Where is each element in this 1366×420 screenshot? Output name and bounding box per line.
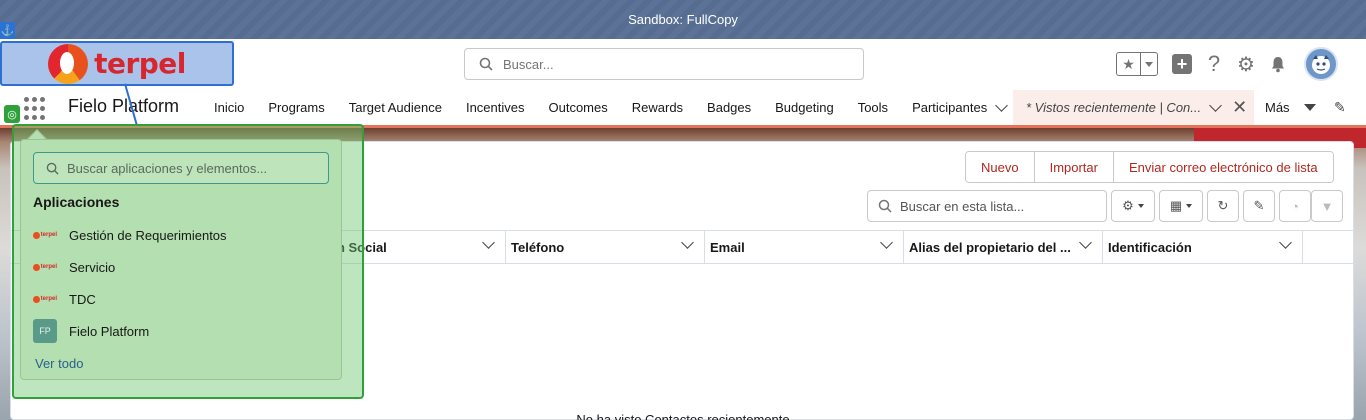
apps-section-title: Aplicaciones — [33, 194, 120, 210]
tab-recently-viewed[interactable]: * Vistos recientemente | Con... ✕ — [1013, 90, 1254, 125]
sandbox-banner: Sandbox: FullCopy — [0, 0, 1366, 39]
column-header-owner-alias[interactable]: Alias del propietario del ... — [903, 230, 1102, 264]
column-divider — [1302, 230, 1303, 264]
app-launcher-popover: Buscar aplicaciones y elementos... Aplic… — [20, 139, 342, 380]
edit-list-button[interactable]: ✎ — [1243, 190, 1275, 222]
global-search-input[interactable]: Buscar... — [464, 48, 864, 80]
fp-app-icon: FP — [33, 319, 57, 343]
caret-down-icon — [1303, 104, 1316, 111]
target-marker-icon: ◎ — [4, 105, 20, 123]
app-launcher-search-input[interactable]: Buscar aplicaciones y elementos... — [33, 152, 329, 184]
nav-item-incentives[interactable]: Incentives — [454, 100, 537, 115]
terpel-logo-icon: terpel — [33, 293, 57, 305]
search-icon — [46, 162, 59, 175]
filter-icon: ▼ — [1320, 198, 1334, 214]
nav-item-outcomes[interactable]: Outcomes — [537, 100, 620, 115]
chevron-down-icon[interactable] — [1279, 236, 1292, 249]
app-item-fielo-platform[interactable]: FP Fielo Platform — [33, 319, 149, 343]
column-divider — [704, 230, 705, 264]
setup-gear-icon[interactable]: ⚙ — [1236, 54, 1256, 76]
nav-item-budgeting[interactable]: Budgeting — [763, 100, 846, 115]
tab-recently-viewed-label: * Vistos recientemente | Con... — [1026, 100, 1202, 115]
nav-item-programs[interactable]: Programs — [256, 100, 336, 115]
chevron-down-icon[interactable] — [1209, 99, 1222, 112]
chevron-down-icon[interactable] — [482, 236, 495, 249]
chevron-down-icon[interactable] — [1079, 236, 1092, 249]
view-all-link[interactable]: Ver todo — [35, 356, 83, 371]
nav-item-participantes[interactable]: Participantes — [900, 99, 1018, 115]
anchor-icon: ⚓ — [0, 22, 15, 39]
app-name: Fielo Platform — [68, 96, 180, 116]
empty-state-message: No ha visto Contactos recientemente — [576, 412, 790, 420]
add-icon[interactable]: + — [1172, 54, 1192, 74]
column-divider — [1102, 230, 1103, 264]
terpel-logo-icon: terpel — [33, 229, 57, 241]
company-logo[interactable]: terpel — [0, 41, 234, 86]
import-button[interactable]: Importar — [1034, 152, 1114, 182]
display-as-button[interactable]: ▦ — [1159, 190, 1203, 222]
nav-item-rewards[interactable]: Rewards — [620, 100, 695, 115]
avatar[interactable] — [1304, 47, 1338, 81]
column-divider — [903, 230, 904, 264]
column-header-telefono[interactable]: Teléfono — [505, 230, 704, 264]
send-list-email-button[interactable]: Enviar correo electrónico de lista — [1113, 152, 1333, 182]
column-header-email[interactable]: Email — [704, 230, 903, 264]
refresh-icon: ↻ — [1217, 198, 1229, 213]
favorites-button[interactable]: ★ — [1116, 52, 1158, 76]
list-actions: Nuevo Importar Enviar correo electrónico… — [965, 151, 1334, 183]
search-icon — [479, 57, 493, 71]
new-button[interactable]: Nuevo — [966, 152, 1035, 182]
list-settings-button[interactable]: ⚙ — [1111, 190, 1155, 222]
chevron-down-icon[interactable] — [880, 236, 893, 249]
close-icon[interactable]: ✕ — [1232, 97, 1247, 118]
caret-down-icon — [1137, 204, 1144, 208]
nav-item-badges[interactable]: Badges — [695, 100, 763, 115]
filter-button[interactable]: ▼ — [1311, 190, 1343, 222]
search-icon — [878, 199, 892, 213]
notification-bell-icon[interactable] — [1268, 54, 1288, 74]
chevron-down-icon[interactable] — [681, 236, 694, 249]
column-header-identificacion[interactable]: Identificación — [1102, 230, 1302, 264]
app-item-tdc[interactable]: terpel TDC — [33, 287, 96, 311]
column-divider — [505, 230, 506, 264]
global-search-placeholder: Buscar... — [503, 56, 554, 72]
gear-icon: ⚙ — [1122, 198, 1134, 213]
nav-item-inicio[interactable]: Inicio — [202, 100, 256, 115]
caret-down-icon — [1186, 204, 1193, 208]
app-launcher-icon[interactable] — [24, 97, 48, 121]
nav-item-tools[interactable]: Tools — [846, 100, 900, 115]
table-icon: ▦ — [1169, 198, 1183, 213]
global-header: terpel Buscar... ★ + ? ⚙ — [0, 39, 1366, 90]
more-menu[interactable]: Más — [1265, 90, 1316, 125]
app-item-gestion-requerimientos[interactable]: terpel Gestión de Requerimientos — [33, 223, 227, 247]
refresh-button[interactable]: ↻ — [1207, 190, 1239, 222]
chevron-down-icon[interactable] — [995, 99, 1009, 112]
terpel-logo-icon — [48, 43, 89, 84]
charts-button[interactable]: ◔ — [1279, 190, 1311, 222]
favorites-dropdown-icon[interactable] — [1141, 61, 1157, 67]
list-search-placeholder: Buscar en esta lista... — [900, 198, 1025, 214]
list-search-input[interactable]: Buscar en esta lista... — [867, 190, 1107, 222]
column-header-actions — [1302, 230, 1355, 264]
sandbox-label: Sandbox: FullCopy — [628, 12, 738, 27]
logo-text: terpel — [94, 47, 186, 80]
app-launcher-search-placeholder: Buscar aplicaciones y elementos... — [67, 160, 268, 176]
app-item-servicio[interactable]: terpel Servicio — [33, 255, 115, 279]
nav-item-target-audience[interactable]: Target Audience — [337, 100, 454, 115]
app-navigation-bar: Fielo Platform Inicio Programs Target Au… — [0, 90, 1366, 128]
help-icon[interactable]: ? — [1204, 51, 1224, 76]
pie-chart-icon: ◔ — [1291, 198, 1299, 214]
more-label: Más — [1265, 100, 1290, 115]
star-icon[interactable]: ★ — [1117, 53, 1141, 75]
edit-nav-pencil-icon[interactable]: ✎ — [1334, 99, 1346, 116]
pencil-icon: ✎ — [1253, 198, 1265, 213]
terpel-logo-icon: terpel — [33, 261, 57, 273]
